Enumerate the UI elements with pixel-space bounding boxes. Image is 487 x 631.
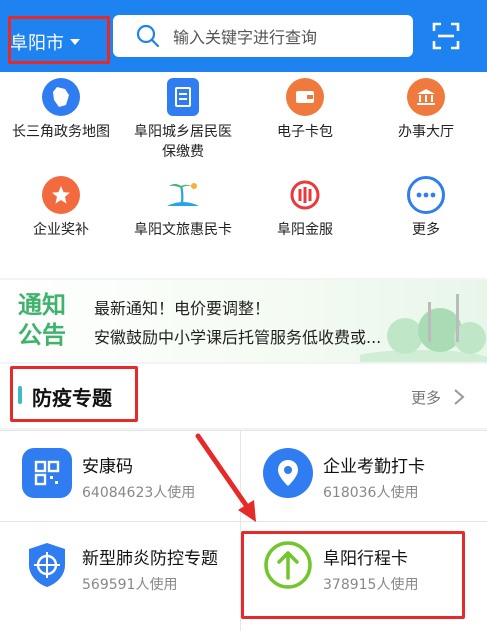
service-yangtze-map[interactable]: 长三角政务地图 <box>0 78 122 142</box>
service-medical-insurance[interactable]: 阜阳城乡居民医保缴费 <box>122 78 244 162</box>
trees-illustration <box>360 294 487 362</box>
service-more[interactable]: 更多 <box>365 176 487 240</box>
caret-down-icon <box>70 39 80 45</box>
star-award-icon <box>42 176 80 214</box>
service-enterprise-award[interactable]: 企业奖补 <box>0 176 122 240</box>
card-usage: 64084623人使用 <box>82 485 196 501</box>
card-title: 安康码 <box>82 457 133 477</box>
services-grid: 长三角政务地图 阜阳城乡居民医保缴费 电子卡包 办事大厅 企业奖补 阜阳文旅惠民… <box>0 72 487 278</box>
service-culture-travel-card[interactable]: 阜阳文旅惠民卡 <box>122 176 244 240</box>
service-fuyang-finance[interactable]: 阜阳金服 <box>244 176 366 240</box>
search-bar[interactable]: 输入关键字进行查询 <box>113 15 413 57</box>
card-pneumonia-topic[interactable]: 新型肺炎防控专题 569591人使用 <box>0 522 240 614</box>
search-placeholder: 输入关键字进行查询 <box>173 28 318 47</box>
service-label: 电子卡包 <box>277 124 333 140</box>
card-fuyang-trip[interactable]: 阜阳行程卡 378915人使用 <box>241 522 481 614</box>
notice-tag: 通知公告 <box>18 291 66 349</box>
insurance-bill-icon <box>167 78 199 116</box>
government-hall-icon <box>407 78 445 116</box>
wallet-icon <box>286 78 324 116</box>
card-usage: 378915人使用 <box>323 577 419 593</box>
section-title: 防疫专题 <box>32 386 112 410</box>
section-accent-bar <box>18 386 22 404</box>
notice-banner[interactable]: 通知公告 最新通知！电价要调整！ 安徽鼓励中小学课后托管服务低收费或... <box>0 280 487 362</box>
notice-line[interactable]: 安徽鼓励中小学课后托管服务低收费或... <box>94 324 381 348</box>
scan-icon[interactable] <box>432 22 460 50</box>
card-title: 阜阳行程卡 <box>323 549 408 569</box>
service-label: 办事大厅 <box>398 124 454 140</box>
card-usage: 569591人使用 <box>82 577 178 593</box>
card-title: 新型肺炎防控专题 <box>82 549 218 569</box>
epidemic-section-header: 防疫专题 更多 <box>0 364 487 428</box>
card-title: 企业考勤打卡 <box>323 457 425 477</box>
service-label: 阜阳城乡居民医保缴费 <box>134 124 232 160</box>
service-label: 长三角政务地图 <box>12 124 110 140</box>
service-label: 阜阳文旅惠民卡 <box>134 222 232 238</box>
map-region-icon <box>42 78 80 116</box>
service-card-wallet[interactable]: 电子卡包 <box>244 78 366 142</box>
finance-logo-icon <box>286 176 324 214</box>
search-icon <box>136 24 160 48</box>
location-pin-icon <box>263 448 313 498</box>
qr-code-icon <box>22 448 72 498</box>
service-government-hall[interactable]: 办事大厅 <box>365 78 487 142</box>
card-attendance[interactable]: 企业考勤打卡 618036人使用 <box>241 430 481 522</box>
up-arrow-circle-icon <box>263 540 313 590</box>
city-selector[interactable]: 阜阳市 <box>10 22 80 62</box>
service-label: 企业奖补 <box>33 222 89 238</box>
card-usage: 618036人使用 <box>323 485 419 501</box>
top-bar: 阜阳市 输入关键字进行查询 <box>0 0 487 72</box>
shield-target-icon <box>22 540 72 590</box>
city-label: 阜阳市 <box>10 33 64 54</box>
more-dots-icon <box>407 176 445 214</box>
notice-line[interactable]: 最新通知！电价要调整！ <box>94 295 270 319</box>
service-label: 阜阳金服 <box>277 222 333 238</box>
service-label: 更多 <box>412 222 440 238</box>
annotation-arrow-icon <box>195 433 256 522</box>
more-link[interactable]: 更多 <box>411 387 441 408</box>
chevron-right-icon[interactable] <box>453 388 465 406</box>
palm-travel-icon <box>164 176 202 214</box>
